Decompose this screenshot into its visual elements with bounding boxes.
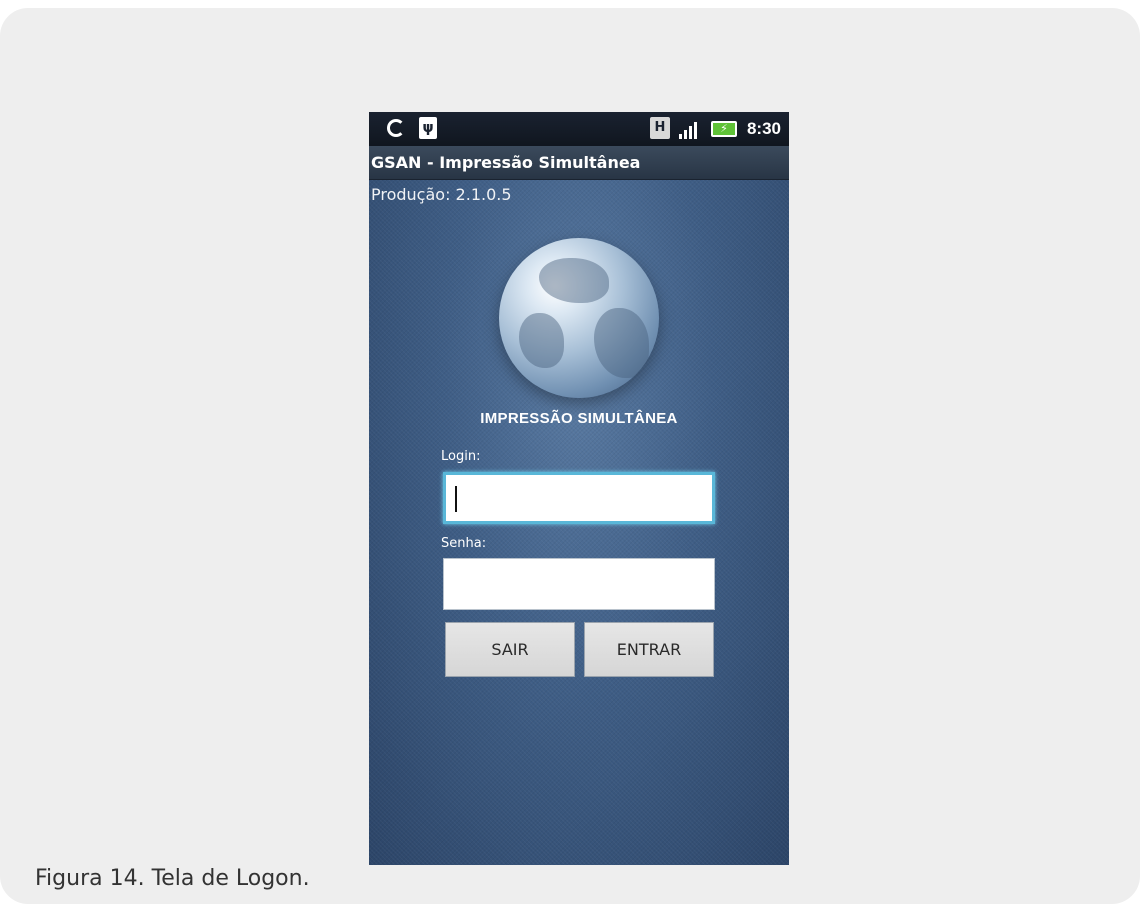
status-time: 8:30 <box>746 119 781 138</box>
sync-icon <box>387 119 405 137</box>
version-label: Produção: 2.1.0.5 <box>371 185 512 204</box>
senha-input[interactable] <box>443 558 715 610</box>
login-label: Login: <box>441 449 481 464</box>
figure-caption: Figura 14. Tela de Logon. <box>35 866 310 891</box>
app-title: GSAN - Impressão Simultânea <box>371 153 641 172</box>
app-title-bar: GSAN - Impressão Simultânea <box>369 146 789 180</box>
globe-icon <box>499 238 659 398</box>
app-heading: IMPRESSÃO SIMULTÂNEA <box>480 410 678 427</box>
senha-label: Senha: <box>441 536 487 551</box>
sair-button[interactable]: SAIR <box>445 622 575 677</box>
entrar-button[interactable]: ENTRAR <box>584 622 714 677</box>
battery-charging-icon: ⚡ <box>711 121 737 137</box>
figure-panel: ψ H ⚡ 8:30 GSAN - Impressão Simultânea P… <box>0 8 1140 904</box>
signal-icon <box>679 121 705 139</box>
phone-screen: ψ H ⚡ 8:30 GSAN - Impressão Simultânea P… <box>369 112 789 865</box>
login-input[interactable] <box>443 472 715 524</box>
h-indicator-icon: H <box>650 117 670 139</box>
text-cursor <box>455 486 457 512</box>
usb-icon: ψ <box>419 117 437 139</box>
status-bar: ψ H ⚡ 8:30 <box>369 112 789 146</box>
